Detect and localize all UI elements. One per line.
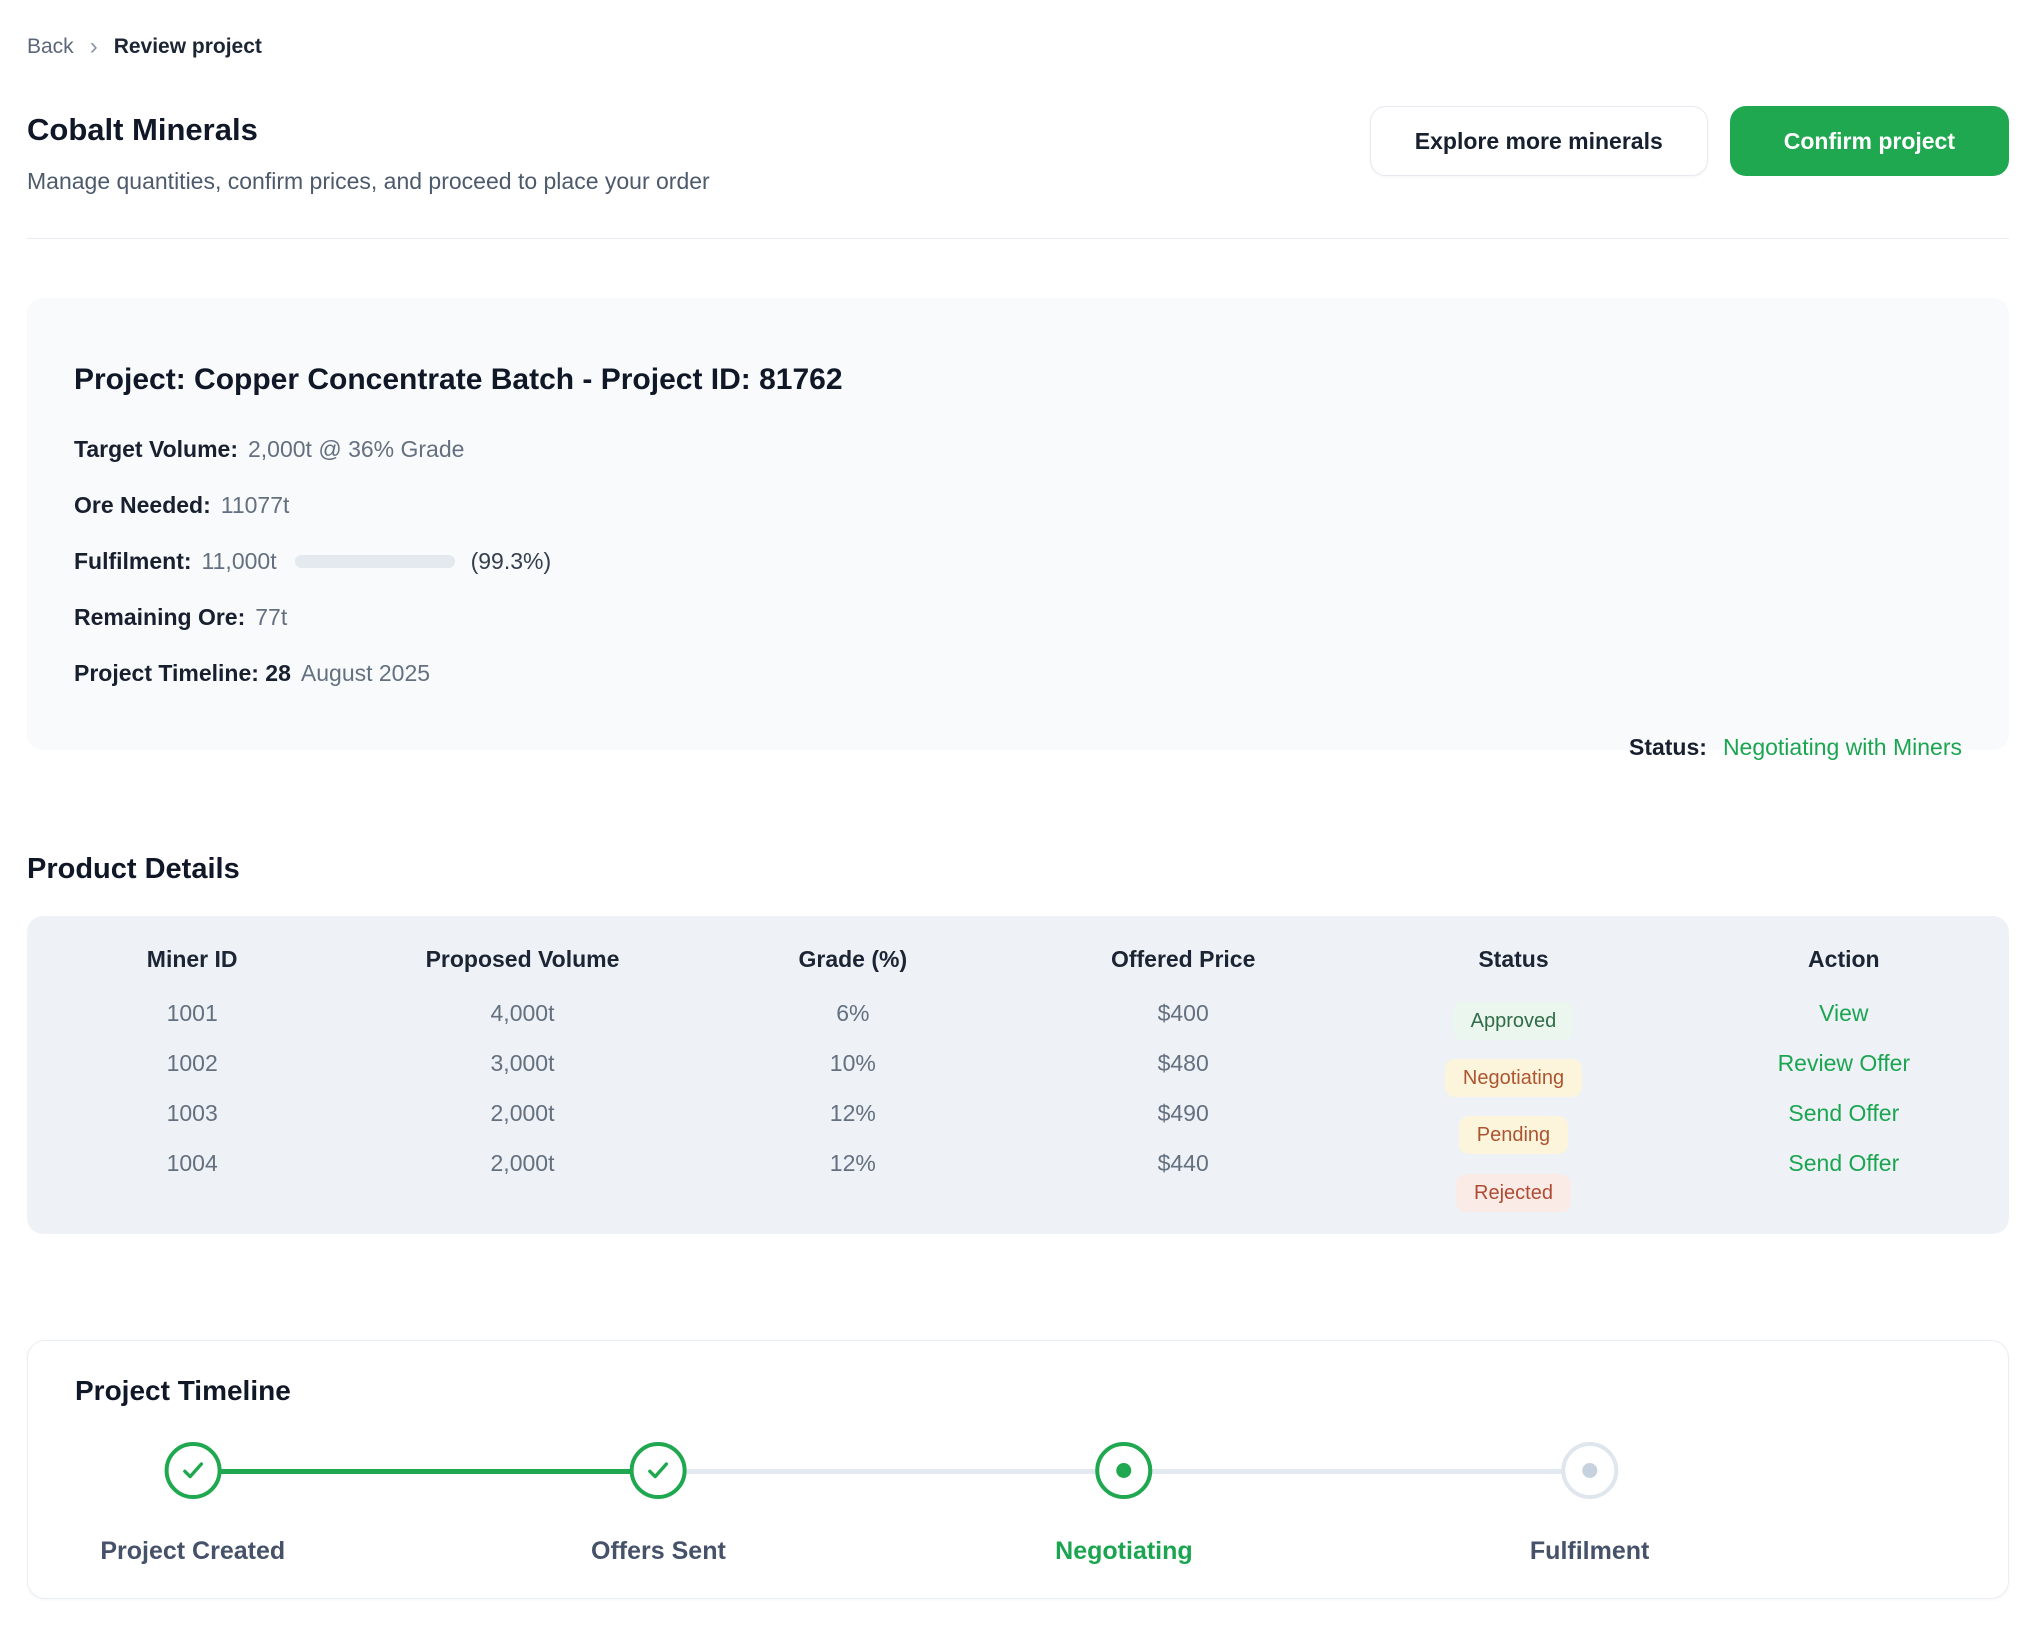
review-project-page: Back › Review project Cobalt Minerals Ma… bbox=[0, 0, 2036, 1630]
table-row: 1002 3,000t 10% $480 Negotiating Review … bbox=[27, 1038, 2009, 1088]
upcoming-step-dot-icon bbox=[1561, 1442, 1618, 1499]
step-label: Fulfilment bbox=[1530, 1535, 1649, 1567]
fulfilment-progress-bar bbox=[295, 555, 455, 568]
page-title: Cobalt Minerals bbox=[27, 110, 710, 150]
fulfilment-percent: (99.3%) bbox=[471, 546, 552, 576]
breadcrumb-back-link[interactable]: Back bbox=[27, 34, 74, 60]
timeline-step-project-created: Project Created bbox=[100, 1442, 285, 1567]
cell-grade: 12% bbox=[688, 1150, 1018, 1177]
action-link[interactable]: Send Offer bbox=[1788, 1100, 1899, 1126]
page-header: Cobalt Minerals Manage quantities, confi… bbox=[27, 110, 2009, 196]
cell-price: $480 bbox=[1018, 1050, 1348, 1077]
status-badge: Pending bbox=[1459, 1116, 1568, 1154]
col-header-grade: Grade (%) bbox=[688, 946, 1018, 973]
field-value: 77t bbox=[255, 602, 287, 632]
product-details-heading: Product Details bbox=[27, 850, 2009, 888]
remaining-ore-field: Remaining Ore: 77t bbox=[74, 602, 1962, 632]
project-timeline-field: Project Timeline: 28 August 2025 bbox=[74, 658, 1962, 688]
field-value: 2,000t @ 36% Grade bbox=[248, 434, 464, 464]
current-step-dot-icon bbox=[1095, 1442, 1152, 1499]
target-volume-field: Target Volume: 2,000t @ 36% Grade bbox=[74, 434, 1962, 464]
project-status: Status: Negotiating with Miners bbox=[1629, 732, 1962, 762]
header-divider bbox=[27, 238, 2009, 239]
field-label: Ore Needed: bbox=[74, 490, 211, 520]
field-label: Project Timeline: 28 bbox=[74, 658, 291, 688]
step-label: Project Created bbox=[100, 1535, 285, 1567]
explore-more-minerals-button[interactable]: Explore more minerals bbox=[1370, 106, 1708, 176]
breadcrumb-current: Review project bbox=[114, 34, 262, 60]
col-header-status: Status bbox=[1348, 946, 1678, 973]
table-row: 1001 4,000t 6% $400 Approved View bbox=[27, 988, 2009, 1038]
project-summary-card: Project: Copper Concentrate Batch - Proj… bbox=[27, 298, 2009, 750]
action-link[interactable]: Send Offer bbox=[1788, 1150, 1899, 1176]
field-value: 11,000t bbox=[202, 546, 277, 576]
status-label: Status: bbox=[1629, 734, 1707, 760]
page-title-block: Cobalt Minerals Manage quantities, confi… bbox=[27, 110, 710, 196]
project-fields: Target Volume: 2,000t @ 36% Grade Ore Ne… bbox=[74, 434, 1962, 688]
table-row: 1004 2,000t 12% $440 Rejected Send Offer bbox=[27, 1138, 2009, 1188]
field-label: Fulfilment: bbox=[74, 546, 192, 576]
fulfilment-field: Fulfilment: 11,000t (99.3%) bbox=[74, 546, 1962, 576]
confirm-project-button[interactable]: Confirm project bbox=[1730, 106, 2009, 176]
project-timeline-card: Project Timeline Project Created Offers … bbox=[27, 1340, 2009, 1599]
status-badge: Rejected bbox=[1456, 1174, 1571, 1212]
col-header-action: Action bbox=[1679, 946, 2009, 973]
status-value: Negotiating with Miners bbox=[1723, 734, 1962, 760]
cell-miner-id: 1004 bbox=[27, 1150, 357, 1177]
connector-pending bbox=[1124, 1469, 1590, 1474]
cell-miner-id: 1001 bbox=[27, 1000, 357, 1027]
cell-price: $440 bbox=[1018, 1150, 1348, 1177]
cell-volume: 3,000t bbox=[357, 1050, 687, 1077]
field-label: Remaining Ore: bbox=[74, 602, 245, 632]
cell-volume: 2,000t bbox=[357, 1150, 687, 1177]
cell-price: $400 bbox=[1018, 1000, 1348, 1027]
cell-grade: 6% bbox=[688, 1000, 1018, 1027]
cell-miner-id: 1003 bbox=[27, 1100, 357, 1127]
product-details-table: Miner ID Proposed Volume Grade (%) Offer… bbox=[27, 916, 2009, 1234]
cell-volume: 4,000t bbox=[357, 1000, 687, 1027]
cell-price: $490 bbox=[1018, 1100, 1348, 1127]
table-header-row: Miner ID Proposed Volume Grade (%) Offer… bbox=[27, 934, 2009, 984]
table-row: 1003 2,000t 12% $490 Pending Send Offer bbox=[27, 1088, 2009, 1138]
breadcrumb: Back › Review project bbox=[27, 0, 2009, 60]
action-link[interactable]: Review Offer bbox=[1778, 1050, 1911, 1076]
timeline-step-offers-sent: Offers Sent bbox=[591, 1442, 726, 1567]
action-link[interactable]: View bbox=[1819, 1000, 1868, 1026]
status-badge: Approved bbox=[1453, 1002, 1575, 1040]
cell-volume: 2,000t bbox=[357, 1100, 687, 1127]
check-icon bbox=[630, 1442, 687, 1499]
col-header-miner-id: Miner ID bbox=[27, 946, 357, 973]
check-icon bbox=[164, 1442, 221, 1499]
step-label: Negotiating bbox=[1055, 1535, 1193, 1567]
ore-needed-field: Ore Needed: 11077t bbox=[74, 490, 1962, 520]
cell-grade: 12% bbox=[688, 1100, 1018, 1127]
page-subtitle: Manage quantities, confirm prices, and p… bbox=[27, 166, 710, 196]
col-header-offered-price: Offered Price bbox=[1018, 946, 1348, 973]
field-label: Target Volume: bbox=[74, 434, 238, 464]
connector-pending bbox=[658, 1469, 1123, 1474]
timeline-step-fulfilment: Fulfilment bbox=[1530, 1442, 1649, 1567]
field-value: 11077t bbox=[221, 490, 290, 520]
project-heading: Project: Copper Concentrate Batch - Proj… bbox=[74, 298, 1962, 400]
status-badge: Negotiating bbox=[1445, 1059, 1582, 1097]
timeline-step-negotiating: Negotiating bbox=[1055, 1442, 1193, 1567]
timeline-stepper: Project Created Offers Sent Negotiating … bbox=[28, 1417, 2008, 1567]
cell-miner-id: 1002 bbox=[27, 1050, 357, 1077]
cell-grade: 10% bbox=[688, 1050, 1018, 1077]
header-actions: Explore more minerals Confirm project bbox=[1370, 106, 2009, 176]
timeline-heading: Project Timeline bbox=[28, 1341, 2008, 1409]
field-value: August 2025 bbox=[301, 658, 430, 688]
col-header-proposed-volume: Proposed Volume bbox=[357, 946, 687, 973]
step-label: Offers Sent bbox=[591, 1535, 726, 1567]
chevron-right-icon: › bbox=[90, 35, 98, 59]
